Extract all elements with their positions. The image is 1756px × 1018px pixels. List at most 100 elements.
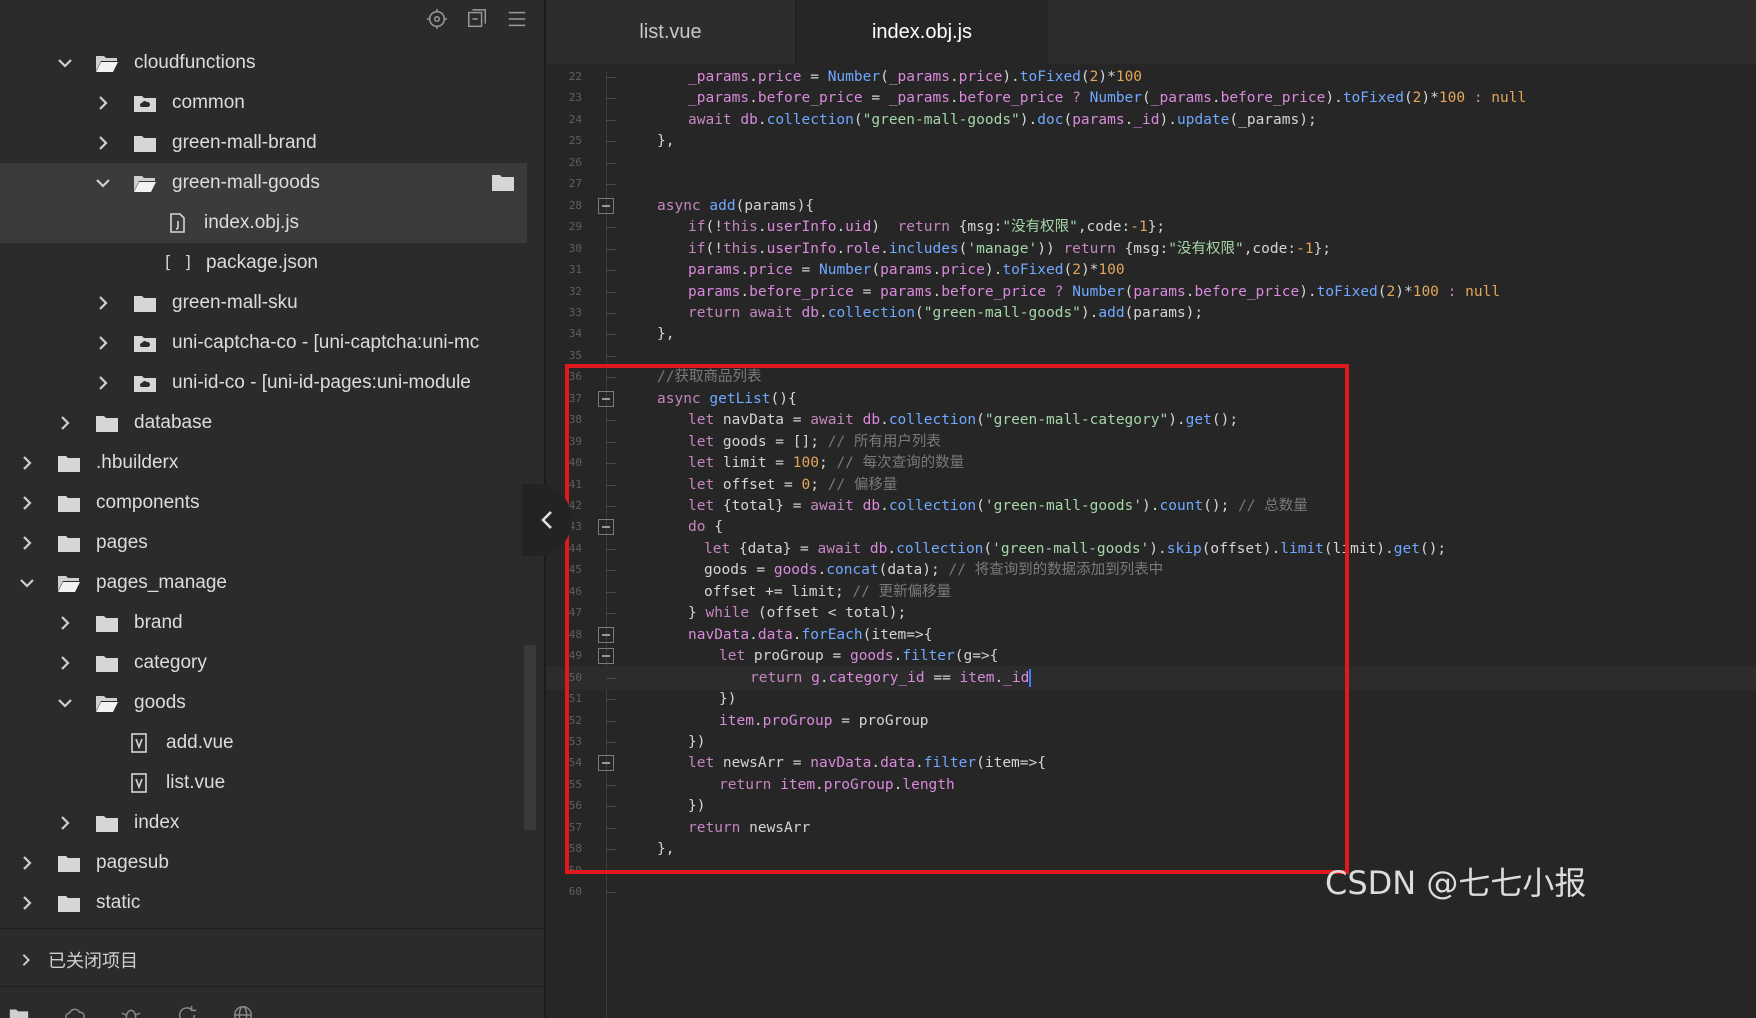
code-token: ? [1072,90,1081,106]
fold-toggle-icon[interactable] [598,198,614,214]
tree-item[interactable]: cloudfunctions [0,43,527,83]
chevron-right-icon[interactable] [92,372,114,394]
folder-icon[interactable] [491,172,515,198]
code-token: ) [871,219,898,235]
chevron-right-icon[interactable] [16,492,38,514]
code-line[interactable]: 40 let limit = 100; // 每次查询的数量 [546,451,1756,475]
code-token: _params [888,69,950,85]
tree-item[interactable]: add.vue [0,723,527,763]
sidebar-scrollbar[interactable] [524,645,536,830]
code-line[interactable]: 56}) [546,794,1756,818]
code-line[interactable]: 51}) [546,687,1756,711]
tree-item[interactable]: pages_manage [0,563,527,603]
code-line[interactable]: 31 params.price = Number(params.price).to… [546,258,1756,282]
tree-item[interactable]: index.obj.js [0,203,527,243]
tree-item[interactable]: components [0,483,527,523]
code-token: before_price [1220,90,1326,106]
tree-item[interactable]: category [0,643,527,683]
chevron-right-icon[interactable] [54,812,76,834]
code-line[interactable]: 27 [546,172,1756,196]
folder-icon[interactable] [6,996,32,1018]
code-line[interactable]: 38 let navData = await db.collection("gre… [546,408,1756,432]
cloud-icon[interactable] [62,996,88,1018]
chevron-right-icon[interactable] [16,532,38,554]
code-token: = [862,90,889,106]
code-line[interactable]: 29 if(!this.userInfo.uid) return {msg:"没有… [546,215,1756,239]
tree-item[interactable]: brand [0,603,527,643]
code-token: . [815,777,824,793]
chevron-right-icon[interactable] [16,852,38,874]
chevron-right-icon[interactable] [92,332,114,354]
chevron-right-icon[interactable] [54,412,76,434]
code-line[interactable]: 54 let newsArr = navData.data.filter(item… [546,751,1756,775]
code-token: async [657,198,701,214]
code-token: ). [1299,284,1317,300]
chevron-down-icon[interactable] [92,172,114,194]
fold-toggle-icon[interactable] [598,391,614,407]
fold-toggle-icon[interactable] [598,755,614,771]
tree-item[interactable]: pagesub [0,843,527,883]
menu-icon[interactable] [504,6,530,32]
code-line[interactable]: 36 //获取商品列表 [546,365,1756,389]
globe-icon[interactable] [230,996,256,1018]
tree-item[interactable]: green-mall-brand [0,123,527,163]
chevron-down-icon[interactable] [54,52,76,74]
locate-file-icon[interactable] [424,6,450,32]
code-line[interactable]: 25}, [546,129,1756,153]
code-token: get [1393,541,1420,557]
tab-index-obj-js[interactable]: index.obj.js [796,0,1048,64]
tree-item[interactable]: uni-captcha-co - [uni-captcha:uni-mc [0,323,527,363]
code-line[interactable]: 49 let proGroup = goods.filter(g=>{ [546,644,1756,668]
code-line[interactable]: 23 _params.before_price = _params.before_… [546,86,1756,110]
collapse-all-icon[interactable] [464,6,490,32]
tree-item[interactable]: goods [0,683,527,723]
code-token: 2 [1386,284,1396,300]
code-token: }; [1147,219,1166,235]
tree-item[interactable]: .hbuilderx [0,443,527,483]
tree-item-label: database [134,412,213,433]
fold-tick [606,806,616,807]
chevron-down-icon[interactable] [54,692,76,714]
code-line[interactable]: 45 goods = goods.concat(data); // 将查询到的数据… [546,558,1756,582]
tree-item[interactable]: green-mall-sku [0,283,527,323]
code-token: (! [705,241,723,257]
code-token: // 更新偏移量 [852,584,952,600]
tree-item[interactable]: uni-id-co - [uni-id-pages:uni-module [0,363,527,403]
bug-icon[interactable] [118,996,144,1018]
tree-item[interactable]: common [0,83,527,123]
chevron-right-icon[interactable] [92,292,114,314]
tree-item[interactable]: green-mall-goods [0,163,527,203]
fold-toggle-icon[interactable] [598,519,614,535]
fold-toggle-icon[interactable] [598,648,614,664]
closed-projects-section[interactable]: 已关闭项目 [0,940,527,980]
chevron-right-icon[interactable] [54,612,76,634]
code-line[interactable]: 34}, [546,322,1756,346]
code-token: "没有权限" [1002,219,1078,235]
chevron-right-icon[interactable] [16,892,38,914]
tree-item[interactable]: list.vue [0,763,527,803]
fold-toggle-icon[interactable] [598,627,614,643]
chevron-right-icon[interactable] [54,652,76,674]
tree-item[interactable]: pages [0,523,527,563]
code-line[interactable]: 43 do { [546,515,1756,539]
fold-tick [606,549,616,550]
tree-item[interactable]: index [0,803,527,843]
refresh-icon[interactable] [174,996,200,1018]
code-token: }; [1313,241,1332,257]
tree-item[interactable]: static [0,883,527,923]
tab-list-vue[interactable]: list.vue [546,0,796,64]
code-token: await [688,112,732,128]
fold-tick [606,592,616,593]
code-token: get [1185,412,1212,428]
chevron-down-icon[interactable] [16,572,38,594]
fold-tick [606,570,616,571]
fold-tick [606,442,616,443]
code-line[interactable]: 47} while (offset < total); [546,601,1756,625]
tree-item[interactable]: [ ] package.json [0,243,527,283]
chevron-right-icon[interactable] [92,92,114,114]
code-token: . [757,219,767,235]
code-token: (params){ [735,198,815,214]
chevron-right-icon[interactable] [16,452,38,474]
tree-item[interactable]: database [0,403,527,443]
chevron-right-icon[interactable] [92,132,114,154]
